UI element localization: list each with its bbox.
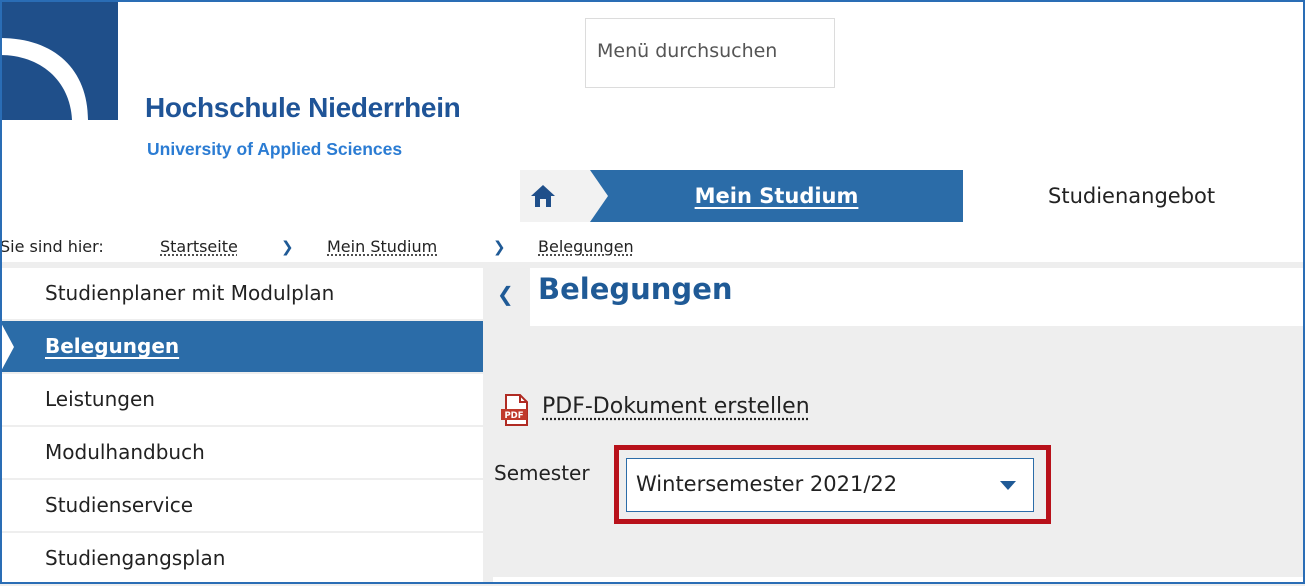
breadcrumb-separator-icon: ❯	[281, 238, 294, 256]
tab-notch	[590, 170, 608, 222]
sidebar-item-belegungen[interactable]: Belegungen	[0, 321, 483, 374]
breadcrumb-belegungen[interactable]: Belegungen	[538, 232, 634, 262]
pdf-link-label[interactable]: PDF-Dokument erstellen	[542, 394, 810, 419]
sidebar-item-leistungen[interactable]: Leistungen	[0, 374, 483, 427]
sidebar-item-modulhandbuch[interactable]: Modulhandbuch	[0, 427, 483, 480]
svg-text:PDF: PDF	[504, 411, 523, 421]
home-icon	[531, 185, 555, 207]
content-bottom	[493, 577, 1305, 584]
breadcrumb-mein-studium[interactable]: Mein Studium	[327, 232, 437, 262]
semester-label: Semester	[494, 461, 590, 485]
university-name: Hochschule Niederrhein	[145, 92, 461, 123]
university-logo-icon[interactable]	[0, 0, 130, 120]
tab-mein-studium[interactable]: Mein Studium	[590, 170, 963, 222]
semester-select-value: Wintersemester 2021/22	[636, 472, 898, 496]
pdf-icon: PDF	[501, 394, 528, 426]
breadcrumb-prefix: Sie sind hier:	[0, 237, 104, 256]
breadcrumb: Sie sind hier: Startseite ❯ Mein Studium…	[0, 232, 1305, 262]
collapse-sidebar-icon[interactable]: ❮	[497, 282, 514, 306]
page-title: Belegungen	[538, 272, 733, 306]
sidebar-menu: Studienplaner mit Modulplan Belegungen L…	[0, 268, 483, 586]
sidebar-item-studienplaner[interactable]: Studienplaner mit Modulplan	[0, 268, 483, 321]
menu-search-input[interactable]: Menü durchsuchen	[585, 18, 835, 88]
university-subtitle: University of Applied Sciences	[147, 139, 403, 159]
main-navigation: Mein Studium Studienangebot	[520, 170, 1305, 222]
tab-studienangebot[interactable]: Studienangebot	[963, 170, 1305, 222]
breadcrumb-startseite[interactable]: Startseite	[160, 232, 238, 262]
semester-select[interactable]: Wintersemester 2021/22	[626, 458, 1034, 512]
content-header: ❮ Belegungen	[493, 268, 1305, 326]
sidebar-item-studiengangsplan[interactable]: Studiengangsplan	[0, 533, 483, 586]
sidebar-item-studienservice[interactable]: Studienservice	[0, 480, 483, 533]
chevron-down-icon	[1000, 481, 1016, 490]
breadcrumb-separator-icon: ❯	[493, 238, 506, 256]
